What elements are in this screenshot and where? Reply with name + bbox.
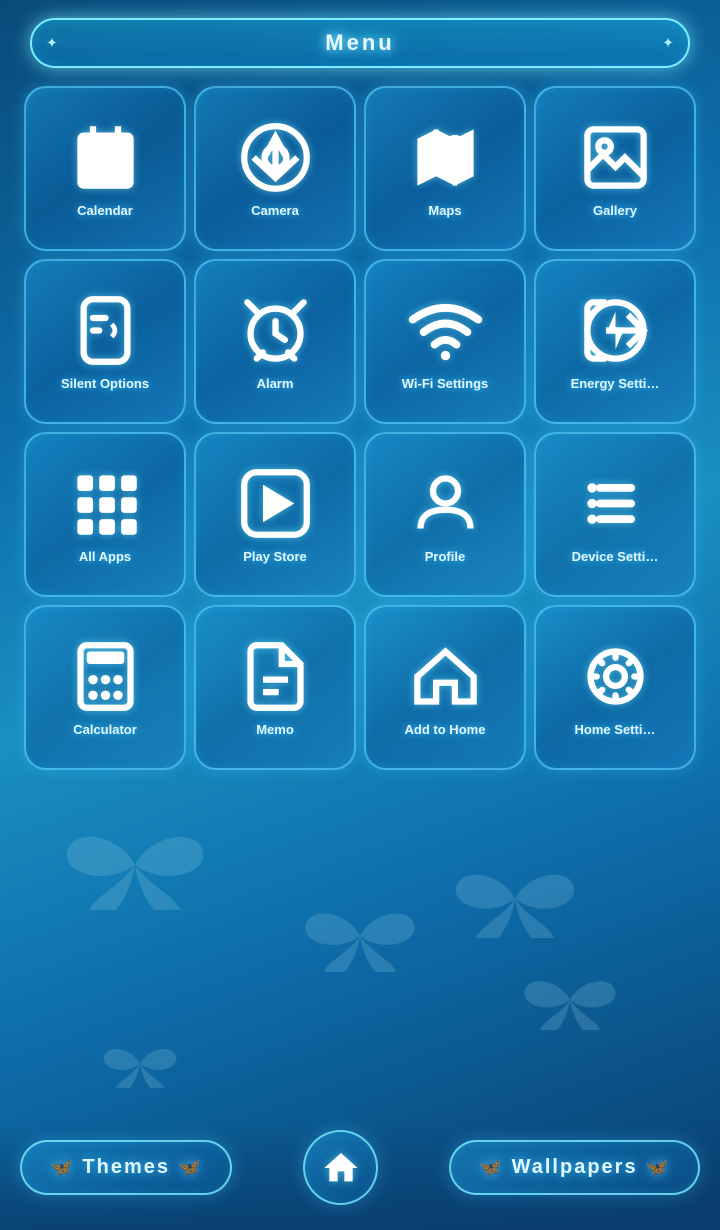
app-item-play-store[interactable]: Play Store (194, 432, 356, 597)
themes-label: Themes (82, 1156, 170, 1179)
maps-icon (408, 120, 483, 195)
app-item-device-settings[interactable]: Device Setti… (534, 432, 696, 597)
alarm-label: Alarm (257, 376, 294, 392)
energy-settings-label: Energy Setti… (571, 376, 660, 392)
app-item-energy-settings[interactable]: Energy Setti… (534, 259, 696, 424)
home-settings-icon (578, 639, 653, 714)
alarm-icon (238, 293, 313, 368)
wallpapers-butterfly-right: 🦋 (646, 1157, 670, 1178)
wallpapers-button[interactable]: 🦋 Wallpapers 🦋 (449, 1140, 700, 1195)
maps-label: Maps (428, 203, 461, 219)
gallery-icon (578, 120, 653, 195)
play-store-label: Play Store (243, 549, 307, 565)
home-settings-label: Home Setti… (575, 722, 656, 738)
calculator-icon (68, 639, 143, 714)
menu-title-bar: Menu (30, 18, 690, 68)
camera-icon (238, 120, 313, 195)
all-apps-icon (68, 466, 143, 541)
add-to-home-icon (408, 639, 483, 714)
energy-settings-icon (578, 293, 653, 368)
app-item-calendar[interactable]: 12 Calendar (24, 86, 186, 251)
app-item-profile[interactable]: Profile (364, 432, 526, 597)
app-item-home-settings[interactable]: Home Setti… (534, 605, 696, 770)
memo-label: Memo (256, 722, 294, 738)
add-to-home-label: Add to Home (405, 722, 486, 738)
camera-label: Camera (251, 203, 299, 219)
app-item-wifi-settings[interactable]: Wi-Fi Settings (364, 259, 526, 424)
themes-butterfly-right: 🦋 (178, 1157, 202, 1178)
home-button[interactable] (303, 1130, 378, 1205)
page-wrapper: Menu 12 Calendar Camera Maps Gallery Silent O… (0, 0, 720, 1230)
themes-button[interactable]: 🦋 Themes 🦋 (20, 1140, 232, 1195)
wifi-settings-label: Wi-Fi Settings (402, 376, 489, 392)
app-item-add-to-home[interactable]: Add to Home (364, 605, 526, 770)
profile-icon (408, 466, 483, 541)
app-item-maps[interactable]: Maps (364, 86, 526, 251)
device-settings-label: Device Setti… (572, 549, 659, 565)
app-item-calculator[interactable]: Calculator (24, 605, 186, 770)
home-icon (321, 1148, 361, 1188)
wifi-settings-icon (408, 293, 483, 368)
menu-title: Menu (325, 30, 394, 55)
silent-options-label: Silent Options (61, 376, 149, 392)
silent-options-icon (68, 293, 143, 368)
app-item-camera[interactable]: Camera (194, 86, 356, 251)
bottom-bar: 🦋 Themes 🦋 🦋 Wallpapers 🦋 (0, 1120, 720, 1230)
svg-text:12: 12 (91, 161, 119, 189)
gallery-label: Gallery (593, 203, 637, 219)
all-apps-label: All Apps (79, 549, 131, 565)
calculator-label: Calculator (73, 722, 137, 738)
app-item-all-apps[interactable]: All Apps (24, 432, 186, 597)
app-item-gallery[interactable]: Gallery (534, 86, 696, 251)
app-item-alarm[interactable]: Alarm (194, 259, 356, 424)
wallpapers-butterfly-left: 🦋 (479, 1157, 503, 1178)
device-settings-icon (578, 466, 653, 541)
calendar-label: Calendar (77, 203, 133, 219)
play-store-icon (238, 466, 313, 541)
app-item-memo[interactable]: Memo (194, 605, 356, 770)
app-grid: 12 Calendar Camera Maps Gallery Silent Option… (12, 86, 708, 770)
wallpapers-label: Wallpapers (512, 1156, 638, 1179)
app-item-silent-options[interactable]: Silent Options (24, 259, 186, 424)
profile-label: Profile (425, 549, 465, 565)
themes-butterfly-left: 🦋 (50, 1157, 74, 1178)
memo-icon (238, 639, 313, 714)
deco-area: 🦋 Themes 🦋 🦋 Wallpapers 🦋 (0, 770, 720, 1230)
calendar-icon: 12 (68, 120, 143, 195)
